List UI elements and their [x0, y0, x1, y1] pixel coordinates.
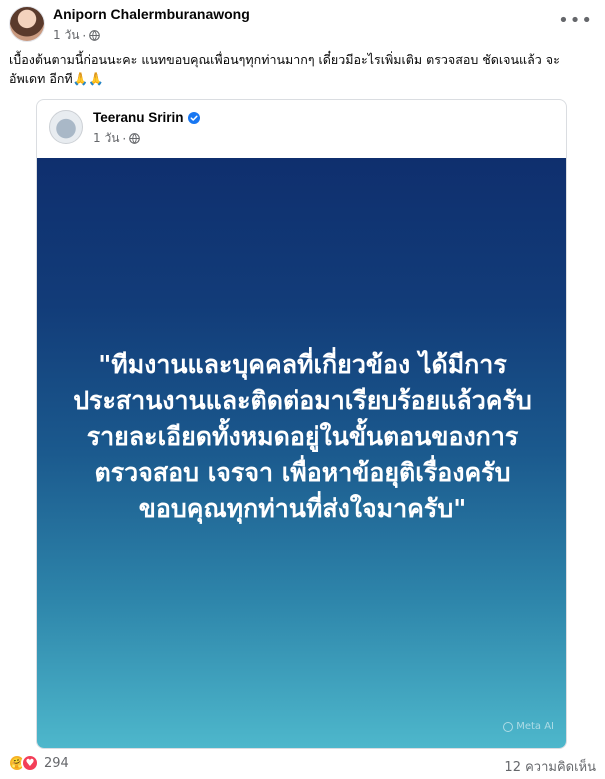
text-line: ขอบคุณทุกท่านที่ส่งใจมาครับ" [138, 494, 467, 523]
love-reaction-icon: ♥ [21, 754, 39, 772]
shared-post-time[interactable]: 1 วัน [93, 129, 119, 148]
verified-badge-icon [187, 111, 200, 124]
comments-count[interactable]: 12 ความคิดเห็น [504, 756, 596, 777]
reaction-count[interactable]: 294 [44, 756, 69, 771]
shared-author-name[interactable]: Teeranu Sririn [93, 110, 184, 125]
text-line: รายละเอียดทั้งหมดอยู่ในขั้นตอนของการ [86, 422, 519, 451]
reactions-summary[interactable]: 🤗 ♥ 294 [8, 754, 69, 772]
post-header: Aniporn Chalermburanawong 1 วัน · ••• [0, 0, 605, 44]
text-post-card[interactable]: "ทีมงานและบุคคลที่เกี่ยวข้อง ได้มีการ ปร… [37, 158, 566, 748]
post-footer: 🤗 ♥ 294 12 ความคิดเห็น [0, 752, 605, 776]
text-line: ตรวจสอบ เจรจา เพื่อหาข้อยุติเรื่องครับ [94, 458, 511, 487]
meta-ai-watermark: Meta AI [503, 721, 554, 732]
text-line: ประสานงานและติดต่อมาเรียบร้อยแล้วครับ [73, 386, 532, 415]
post-caption: เบื้องต้นตามนี้ก่อนนะคะ แนทขอบคุณเพื่อนๆ… [9, 52, 560, 86]
text-line: "ทีมงานและบุคคลที่เกี่ยวข้อง ได้มีการ [98, 350, 507, 379]
post-author-name[interactable]: Aniporn Chalermburanawong [53, 6, 250, 22]
meta-ai-label: Meta AI [516, 721, 554, 732]
globe-icon [129, 133, 141, 144]
shared-post[interactable]: Teeranu Sririn 1 วัน · "ทีมงานและบุคคลที… [36, 99, 567, 749]
author-avatar[interactable] [9, 6, 45, 42]
globe-icon [89, 30, 101, 41]
shared-post-header: Teeranu Sririn 1 วัน · [37, 100, 566, 158]
shared-post-meta: 1 วัน · [93, 129, 141, 148]
more-options-icon[interactable]: ••• [558, 12, 593, 30]
shared-author-avatar[interactable] [49, 110, 83, 144]
meta-ai-icon [503, 721, 514, 732]
post-time[interactable]: 1 วัน [53, 26, 79, 45]
text-post-content: "ทีมงานและบุคคลที่เกี่ยวข้อง ได้มีการ ปร… [53, 347, 553, 527]
post-meta: 1 วัน · [53, 26, 101, 45]
shared-author: Teeranu Sririn [93, 110, 200, 125]
